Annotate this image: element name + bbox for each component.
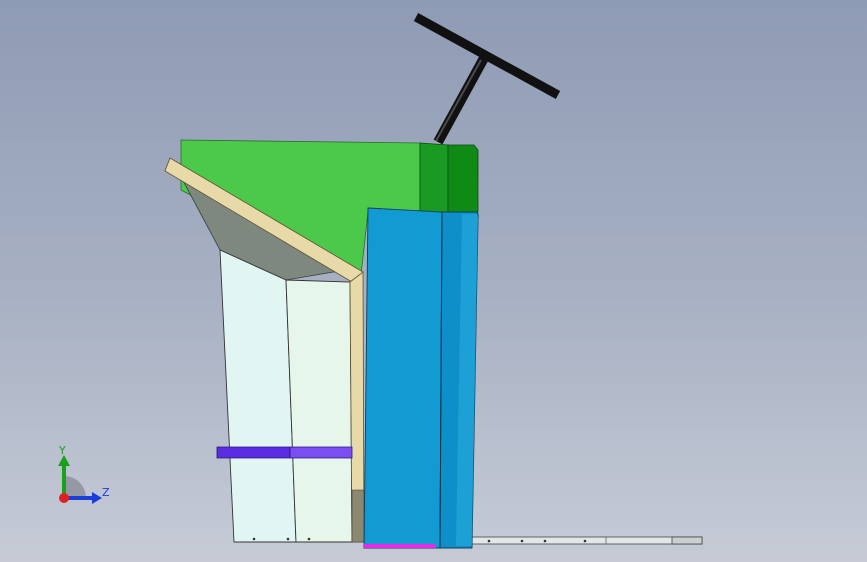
purple-strap[interactable] <box>216 446 291 459</box>
front-panel-right[interactable] <box>285 279 353 543</box>
top-panel-side[interactable] <box>419 142 449 213</box>
orientation-triad[interactable]: Y Z <box>40 440 120 520</box>
triad-z-label: Z <box>102 486 110 499</box>
handle-crossbar[interactable] <box>413 13 561 99</box>
handle-shaft[interactable] <box>433 55 489 145</box>
triad-y-label: Y <box>59 444 66 457</box>
triad-x-axis-point <box>59 493 69 503</box>
front-panel-left[interactable] <box>219 249 297 543</box>
triad-graphic <box>58 455 102 504</box>
triad-z-arrowhead <box>92 492 102 504</box>
handle-shaft-highlight <box>435 59 482 142</box>
magenta-edge[interactable] <box>364 544 436 548</box>
blue-cover-face[interactable] <box>363 207 443 549</box>
graphics-viewport[interactable]: Y Z <box>0 0 867 562</box>
blue-cover[interactable] <box>363 207 479 549</box>
top-panel-round[interactable] <box>447 144 479 213</box>
cad-model[interactable] <box>0 0 867 562</box>
cream-post-foot[interactable] <box>351 489 365 543</box>
t-handle[interactable] <box>413 13 561 145</box>
purple-strap-right[interactable] <box>289 446 353 459</box>
base-rail-end[interactable] <box>671 536 703 545</box>
